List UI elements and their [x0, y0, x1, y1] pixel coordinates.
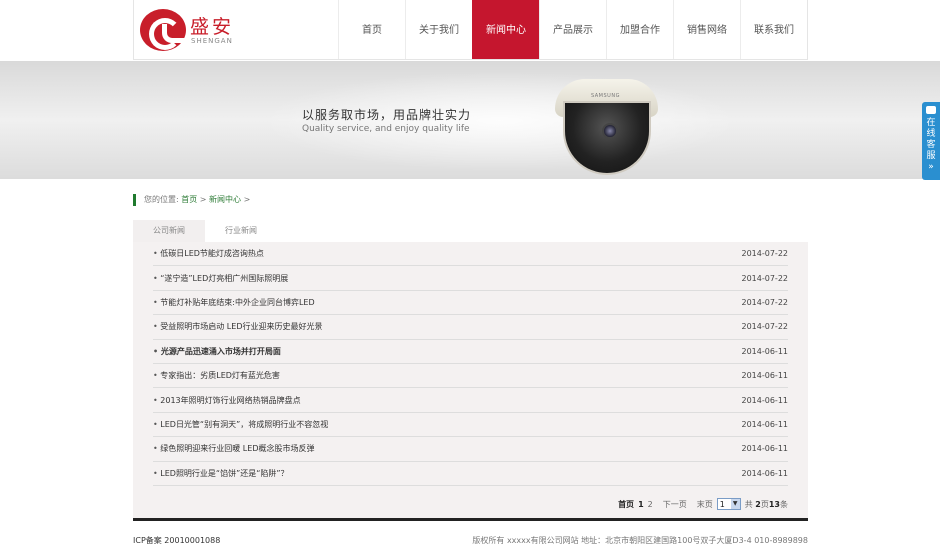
nav-franchise[interactable]: 加盟合作 — [606, 0, 673, 59]
news-date: 2014-06-11 — [741, 395, 789, 405]
news-tabs: 公司新闻 行业新闻 — [133, 220, 277, 242]
news-date: 2014-06-11 — [741, 346, 789, 356]
chevron-right-icon: » — [928, 162, 934, 172]
camera-dome — [563, 101, 651, 175]
site-header: 盛安 SHENGAN 首页 关于我们 新闻中心 产品展示 加盟合作 销售网络 联… — [133, 0, 808, 60]
breadcrumb-home[interactable]: 首页 — [181, 195, 197, 204]
pager-current-page: 1 — [638, 499, 644, 509]
footer-copyright: 版权所有 xxxxx有限公司网站 地址：北京市朝阳区建国路100号双子大厦D3-… — [472, 536, 808, 545]
nav-home[interactable]: 首页 — [338, 0, 405, 59]
news-date: 2014-07-22 — [741, 273, 789, 283]
breadcrumb-separator-end: > — [243, 195, 251, 204]
pager-total: 共 2页13条 — [745, 499, 788, 510]
pager-items-unit: 条 — [780, 499, 788, 509]
logo-mark-icon — [140, 9, 187, 51]
nav-products[interactable]: 产品展示 — [539, 0, 606, 59]
news-title[interactable]: 低碳日LED节能灯成咨询热点 — [153, 248, 264, 259]
logo-text: 盛安 — [190, 16, 235, 38]
news-title[interactable]: LED日光管“别有洞天”，将成照明行业不容忽视 — [153, 419, 328, 430]
online-service-label: 在线客服 » — [926, 118, 936, 172]
breadcrumb: 您的位置: 首页 > 新闻中心 > — [133, 194, 250, 206]
news-date: 2014-06-11 — [741, 468, 789, 478]
list-item[interactable]: 专家指出：劣质LED灯有蓝光危害 2014-06-11 — [153, 364, 789, 389]
news-date: 2014-07-22 — [741, 249, 789, 259]
news-panel: 低碳日LED节能灯成咨询热点 2014-07-22 “遂宁造”LED灯亮相广州国际… — [133, 242, 808, 518]
nav-about[interactable]: 关于我们 — [405, 0, 472, 59]
pager-first[interactable]: 首页 — [618, 499, 634, 510]
news-title[interactable]: 受益照明市场启动 LED行业迎来历史最好光景 — [153, 321, 322, 332]
list-item[interactable]: 节能灯补贴年底结束:中外企业同台博弈LED 2014-07-22 — [153, 291, 789, 316]
camera-brand: SAMSUNG — [591, 93, 620, 99]
news-title[interactable]: 2013年照明灯饰行业网络热销品牌盘点 — [153, 395, 300, 406]
breadcrumb-current[interactable]: 新闻中心 — [209, 195, 241, 204]
news-title[interactable]: 专家指出：劣质LED灯有蓝光危害 — [153, 370, 280, 381]
footer-divider — [133, 518, 808, 521]
tab-industry-news[interactable]: 行业新闻 — [205, 220, 277, 242]
list-item[interactable]: 光源产品迅速涌入市场并打开局面 2014-06-11 — [153, 340, 788, 364]
banner-slogan: 以服务取市场，用品牌壮实力 — [302, 108, 472, 122]
hero-banner: 以服务取市场，用品牌壮实力 Quality service, and enjoy… — [0, 61, 940, 179]
pager-total-prefix: 共 — [744, 499, 753, 509]
breadcrumb-separator: > — [199, 195, 207, 204]
pager-page-2[interactable]: 2 — [648, 500, 653, 509]
list-item[interactable]: LED日光管“别有洞天”，将成照明行业不容忽视 2014-06-11 — [153, 413, 789, 438]
pagination: 首页 1 2 下一页 末页 1 ▼ 共 2页13条 — [618, 498, 788, 510]
pager-next[interactable]: 下一页 — [663, 499, 687, 510]
news-list: 低碳日LED节能灯成咨询热点 2014-07-22 “遂宁造”LED灯亮相广州国际… — [153, 242, 788, 486]
pager-pages-unit: 页 — [760, 499, 769, 509]
main-nav: 首页 关于我们 新闻中心 产品展示 加盟合作 销售网络 联系我们 — [338, 0, 807, 59]
tab-company-news[interactable]: 公司新闻 — [133, 220, 205, 242]
pager-last[interactable]: 末页 — [697, 499, 713, 510]
list-item[interactable]: 绿色照明迎来行业回暖 LED概念股市场反弹 2014-06-11 — [153, 437, 789, 462]
list-item[interactable]: LED照明行业是“馅饼”还是“陷阱”？ 2014-06-11 — [153, 462, 788, 486]
nav-sales-network[interactable]: 销售网络 — [673, 0, 740, 59]
news-title[interactable]: “遂宁造”LED灯亮相广州国际照明展 — [153, 273, 288, 284]
logo[interactable]: 盛安 SHENGAN — [140, 6, 250, 52]
nav-contact[interactable]: 联系我们 — [740, 0, 807, 59]
news-date: 2014-07-22 — [741, 297, 789, 307]
logo-subtext: SHENGAN — [191, 37, 233, 45]
news-title[interactable]: LED照明行业是“馅饼”还是“陷阱”？ — [153, 468, 288, 479]
news-date: 2014-06-11 — [741, 444, 789, 454]
banner-slogan-en: Quality service, and enjoy quality life — [302, 124, 470, 134]
page-select-value: 1 — [719, 499, 725, 509]
news-title[interactable]: 绿色照明迎来行业回暖 LED概念股市场反弹 — [153, 443, 314, 454]
online-service-widget[interactable]: 在线客服 » — [922, 102, 940, 180]
list-item[interactable]: 受益照明市场启动 LED行业迎来历史最好光景 2014-07-22 — [153, 315, 789, 340]
news-title[interactable]: 光源产品迅速涌入市场并打开局面 — [153, 346, 281, 357]
security-camera-image: SAMSUNG — [553, 77, 661, 177]
camera-lens — [602, 123, 618, 139]
list-item[interactable]: “遂宁造”LED灯亮相广州国际照明展 2014-07-22 — [153, 266, 789, 291]
news-date: 2014-07-22 — [741, 322, 789, 332]
chevron-down-icon: ▼ — [730, 499, 740, 509]
news-date: 2014-06-11 — [741, 419, 789, 429]
chat-icon — [926, 106, 936, 114]
list-item[interactable]: 2013年照明灯饰行业网络热销品牌盘点 2014-06-11 — [153, 388, 789, 413]
nav-news[interactable]: 新闻中心 — [472, 0, 539, 59]
page-select[interactable]: 1 ▼ — [716, 498, 741, 510]
footer-icp[interactable]: ICP备案 20010001088 — [133, 535, 220, 546]
news-date: 2014-06-11 — [741, 371, 789, 381]
news-title[interactable]: 节能灯补贴年底结束:中外企业同台博弈LED — [153, 297, 314, 308]
pager-total-items: 13 — [768, 499, 780, 509]
list-item[interactable]: 低碳日LED节能灯成咨询热点 2014-07-22 — [153, 242, 789, 267]
breadcrumb-prefix: 您的位置: — [144, 195, 179, 204]
